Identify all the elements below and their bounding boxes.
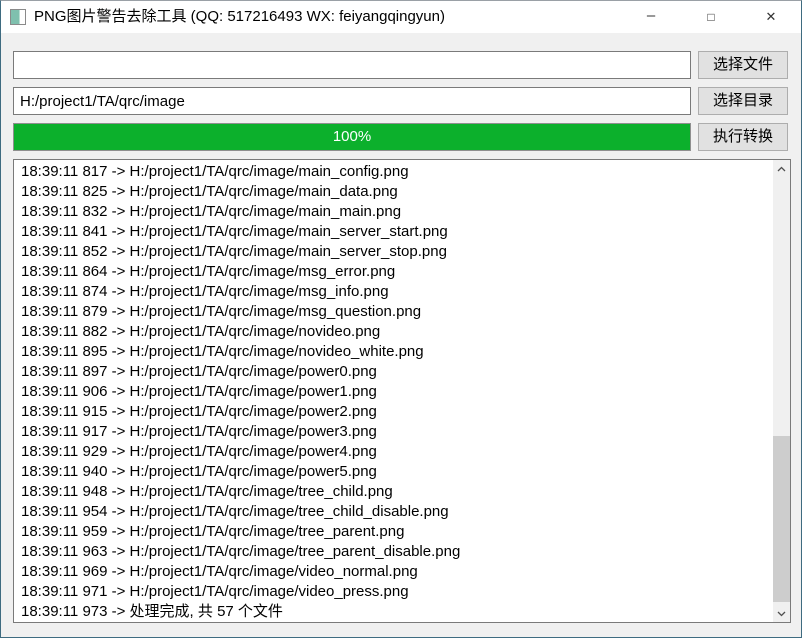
- log-line: 18:39:11 971 -> H:/project1/TA/qrc/image…: [21, 582, 770, 602]
- minimize-icon: –: [647, 7, 655, 24]
- log-line: 18:39:11 973 -> 处理完成, 共 57 个文件: [21, 602, 770, 622]
- file-path-input[interactable]: [13, 51, 691, 79]
- log-line: 18:39:11 917 -> H:/project1/TA/qrc/image…: [21, 422, 770, 442]
- log-output[interactable]: 18:39:11 817 -> H:/project1/TA/qrc/image…: [13, 159, 791, 623]
- log-line: 18:39:11 852 -> H:/project1/TA/qrc/image…: [21, 242, 770, 262]
- maximize-icon: □: [707, 10, 714, 24]
- close-icon: ✕: [766, 9, 777, 25]
- log-line: 18:39:11 940 -> H:/project1/TA/qrc/image…: [21, 462, 770, 482]
- scrollbar-thumb[interactable]: [773, 436, 790, 602]
- log-line: 18:39:11 969 -> H:/project1/TA/qrc/image…: [21, 562, 770, 582]
- log-line: 18:39:11 929 -> H:/project1/TA/qrc/image…: [21, 442, 770, 462]
- vertical-scrollbar[interactable]: [773, 160, 790, 622]
- title-bar[interactable]: PNG图片警告去除工具 (QQ: 517216493 WX: feiyangqi…: [1, 1, 801, 33]
- window-title: PNG图片警告去除工具 (QQ: 517216493 WX: feiyangqi…: [34, 1, 445, 33]
- maximize-button[interactable]: □: [681, 1, 741, 33]
- select-directory-button[interactable]: 选择目录: [698, 87, 788, 115]
- log-line: 18:39:11 915 -> H:/project1/TA/qrc/image…: [21, 402, 770, 422]
- log-line: 18:39:11 832 -> H:/project1/TA/qrc/image…: [21, 202, 770, 222]
- minimize-button[interactable]: –: [621, 1, 681, 33]
- log-line: 18:39:11 963 -> H:/project1/TA/qrc/image…: [21, 542, 770, 562]
- progress-label: 100%: [14, 124, 690, 150]
- chevron-down-icon: [777, 611, 786, 617]
- log-line: 18:39:11 874 -> H:/project1/TA/qrc/image…: [21, 282, 770, 302]
- log-line: 18:39:11 954 -> H:/project1/TA/qrc/image…: [21, 502, 770, 522]
- app-window: PNG图片警告去除工具 (QQ: 517216493 WX: feiyangqi…: [0, 0, 802, 638]
- close-button[interactable]: ✕: [741, 1, 801, 33]
- progress-bar: 100%: [13, 123, 691, 151]
- log-line: 18:39:11 879 -> H:/project1/TA/qrc/image…: [21, 302, 770, 322]
- select-file-button[interactable]: 选择文件: [698, 51, 788, 79]
- log-line: 18:39:11 864 -> H:/project1/TA/qrc/image…: [21, 262, 770, 282]
- log-line: 18:39:11 959 -> H:/project1/TA/qrc/image…: [21, 522, 770, 542]
- chevron-up-icon: [777, 166, 786, 172]
- execute-convert-button[interactable]: 执行转换: [698, 123, 788, 151]
- log-line: 18:39:11 841 -> H:/project1/TA/qrc/image…: [21, 222, 770, 242]
- log-line: 18:39:11 825 -> H:/project1/TA/qrc/image…: [21, 182, 770, 202]
- log-line: 18:39:11 817 -> H:/project1/TA/qrc/image…: [21, 162, 770, 182]
- log-line: 18:39:11 897 -> H:/project1/TA/qrc/image…: [21, 362, 770, 382]
- directory-path-input[interactable]: [13, 87, 691, 115]
- log-lines: 18:39:11 817 -> H:/project1/TA/qrc/image…: [21, 162, 770, 622]
- scroll-up-button[interactable]: [773, 160, 790, 177]
- log-line: 18:39:11 948 -> H:/project1/TA/qrc/image…: [21, 482, 770, 502]
- caption-buttons: – □ ✕: [621, 1, 801, 33]
- log-line: 18:39:11 895 -> H:/project1/TA/qrc/image…: [21, 342, 770, 362]
- log-line: 18:39:11 906 -> H:/project1/TA/qrc/image…: [21, 382, 770, 402]
- log-line: 18:39:11 882 -> H:/project1/TA/qrc/image…: [21, 322, 770, 342]
- app-window-icon: [10, 9, 26, 25]
- scroll-down-button[interactable]: [773, 605, 790, 622]
